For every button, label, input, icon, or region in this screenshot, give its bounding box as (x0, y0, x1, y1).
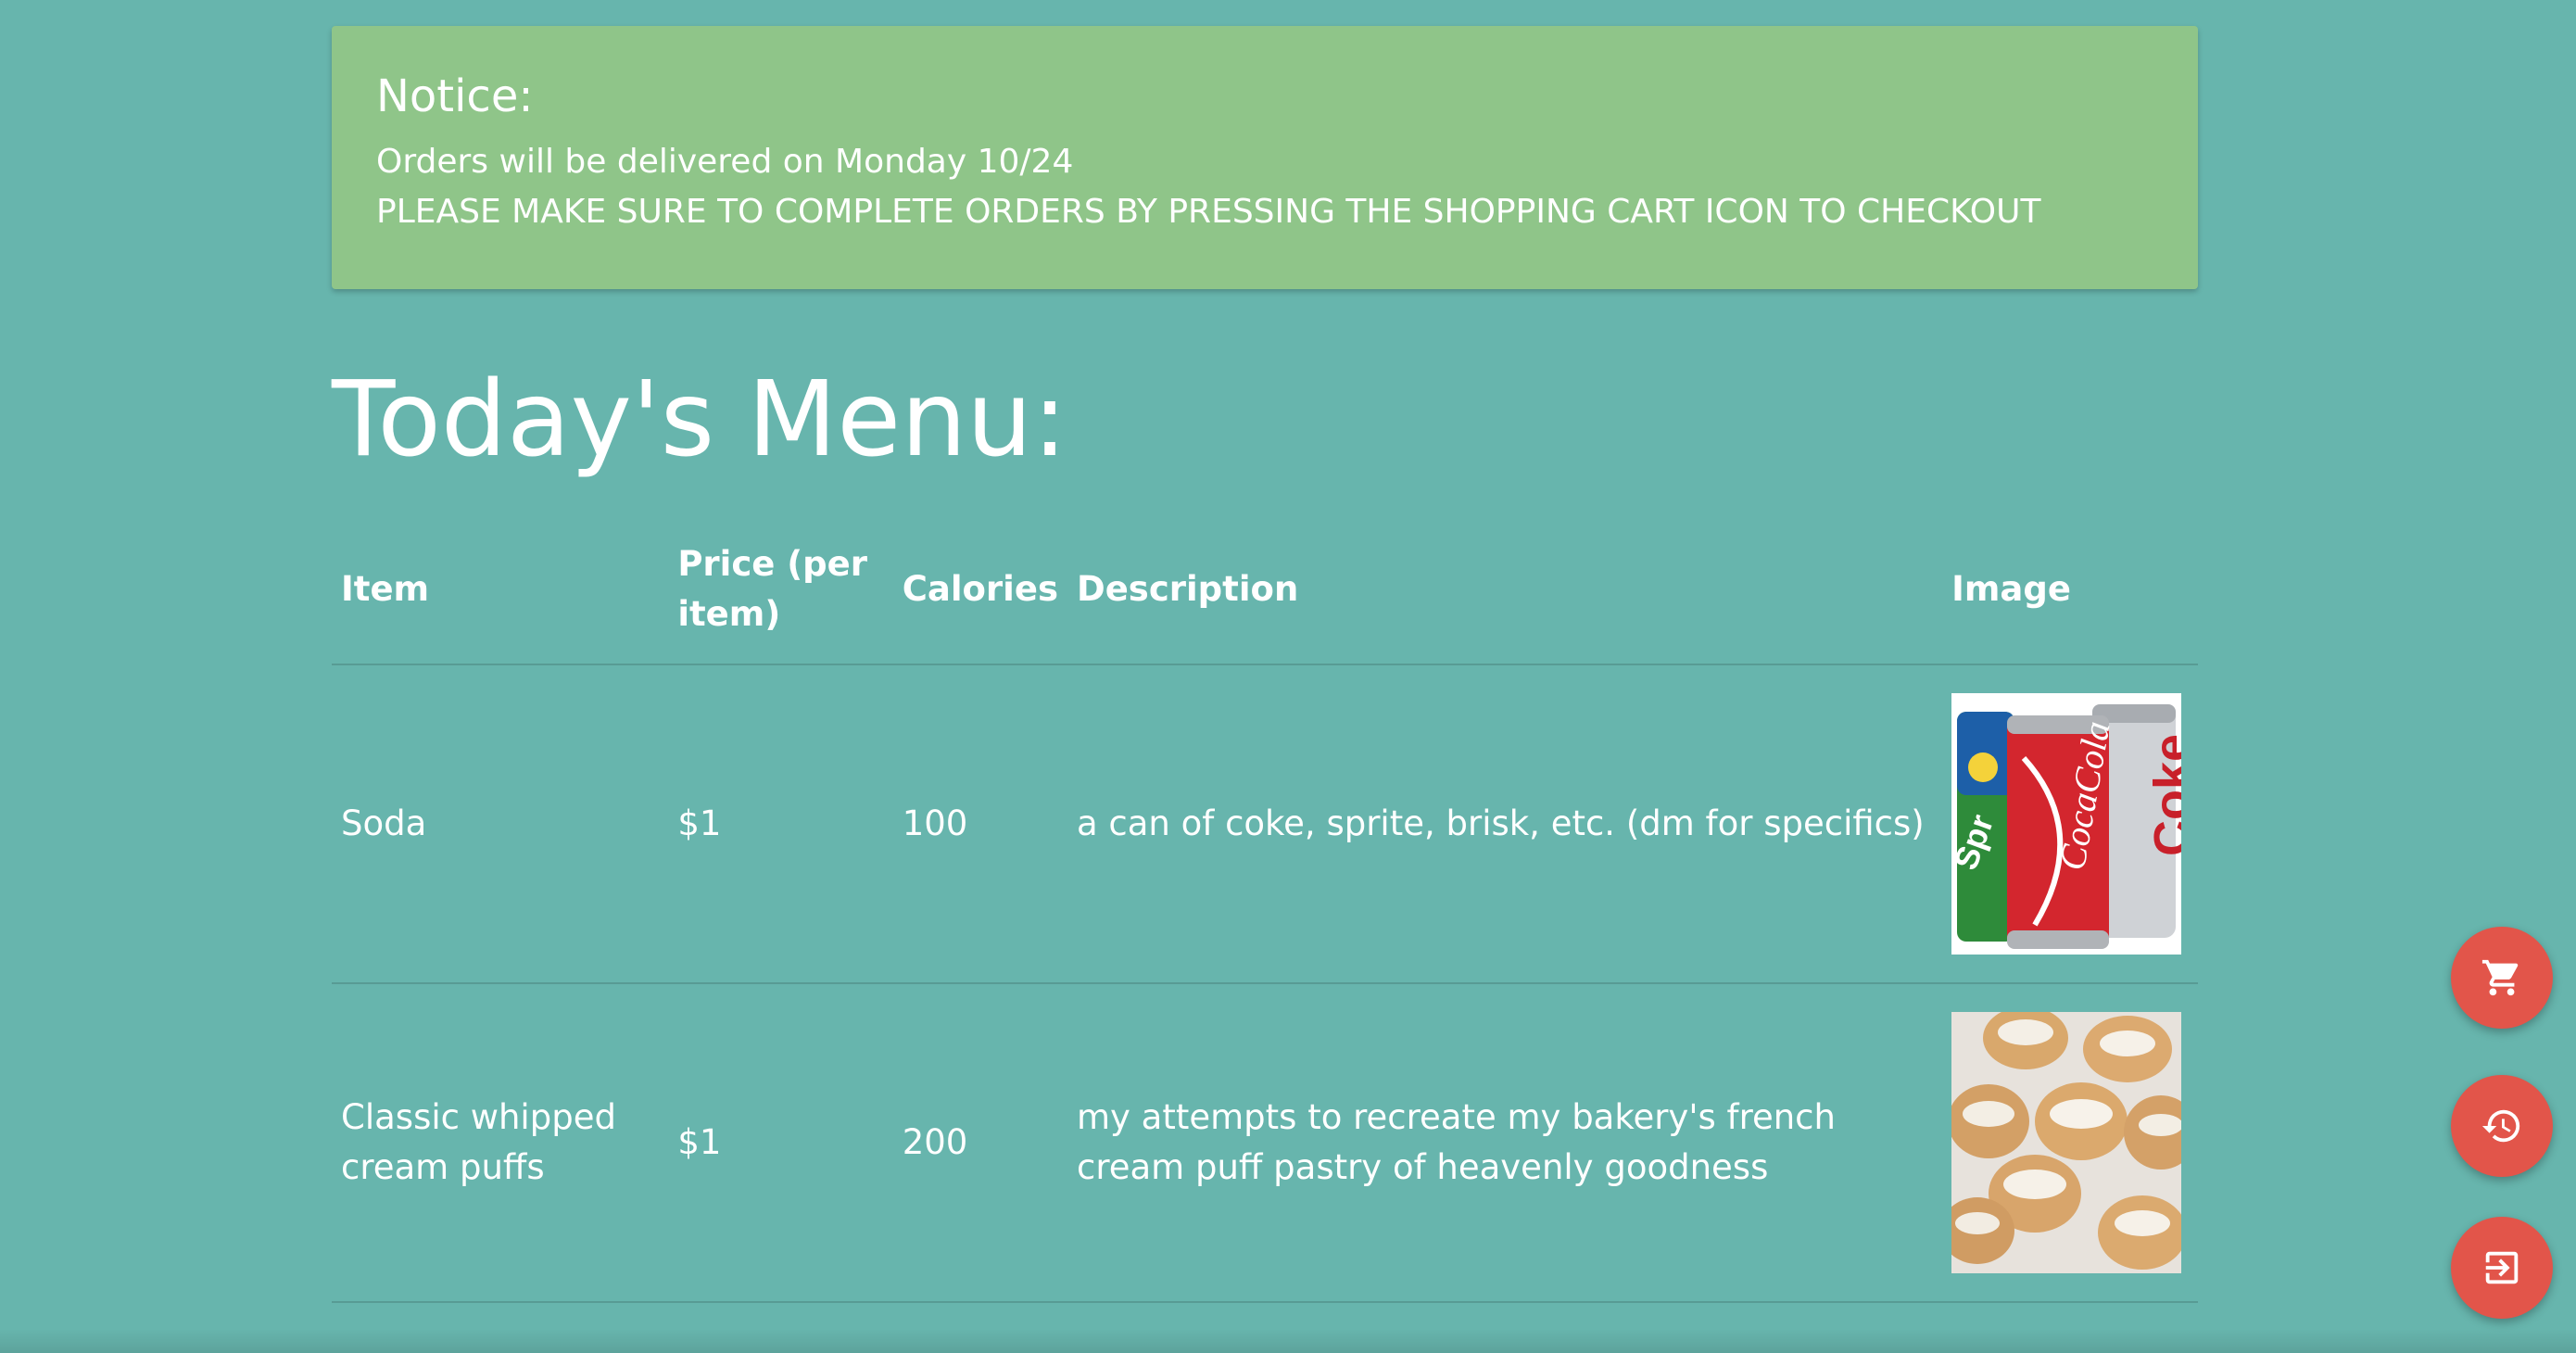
notice-checkout-text: PLEASE MAKE SURE TO COMPLETE ORDERS BY P… (376, 193, 2041, 231)
notice-delivery-text: Orders will be delivered on Monday 10/24 (376, 143, 1074, 181)
item-image-cell (1942, 983, 2198, 1303)
item-calories: 100 (892, 664, 1067, 984)
table-row: Soda $1 100 a can of coke, sprite, brisk… (332, 664, 2198, 984)
cream-puffs-image (1951, 1012, 2182, 1273)
notice-title: Notice: (376, 70, 534, 122)
shopping-cart-button[interactable] (2451, 927, 2553, 1029)
column-header-price: Price (per item) (668, 525, 893, 665)
item-description: my attempts to recreate my bakery's fren… (1067, 983, 1943, 1303)
item-description: a can of coke, sprite, brisk, etc. (dm f… (1067, 664, 1943, 984)
logout-icon (2485, 1251, 2519, 1284)
table-header-row: Item Price (per item) Calories Descripti… (332, 525, 2198, 665)
soda-cans-image: Spr Coke CocaCola (1951, 693, 2182, 955)
logout-button[interactable] (2451, 1217, 2553, 1319)
column-header-calories: Calories (892, 525, 1067, 665)
item-name: Soda (332, 664, 669, 984)
svg-text:Coke: Coke (2144, 734, 2181, 856)
item-calories: 200 (892, 983, 1067, 1303)
page-content: Notice: Orders will be delivered on Mond… (332, 26, 2198, 1303)
shopping-cart-icon (2481, 959, 2519, 996)
table-row: Classic whipped cream puffs $1 200 my at… (332, 983, 2198, 1303)
item-name: Classic whipped cream puffs (332, 983, 669, 1303)
order-history-button[interactable] (2451, 1075, 2553, 1177)
page-title: Today's Menu: (332, 360, 1067, 480)
item-price: $1 (668, 983, 893, 1303)
history-icon (2481, 1109, 2520, 1143)
menu-table: Item Price (per item) Calories Descripti… (332, 525, 2198, 1303)
column-header-description: Description (1067, 525, 1943, 665)
column-header-image: Image (1942, 525, 2198, 665)
item-price: $1 (668, 664, 893, 984)
item-image-cell: Spr Coke CocaCola (1942, 664, 2198, 984)
column-header-item: Item (332, 525, 669, 665)
notice-card: Notice: Orders will be delivered on Mond… (332, 26, 2198, 289)
bottom-edge-shadow (0, 1329, 2576, 1353)
